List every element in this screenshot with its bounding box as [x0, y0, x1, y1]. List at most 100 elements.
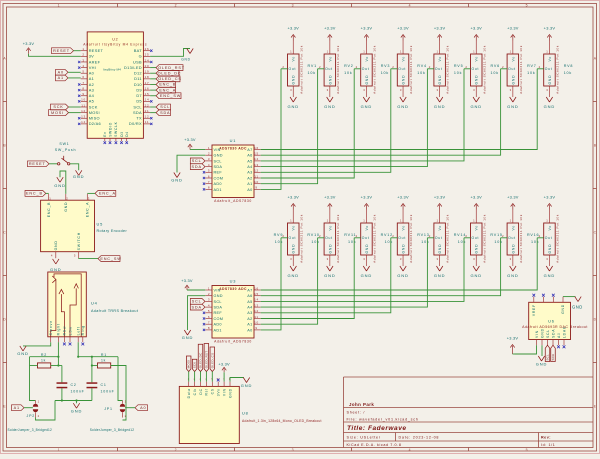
svg-text:11: 11	[145, 120, 149, 124]
svg-text:GND: GND	[361, 104, 373, 109]
svg-text:Date: 2023-12-08: Date: 2023-12-08	[399, 436, 440, 440]
svg-text:GND: GND	[438, 75, 442, 85]
svg-text:+3.3V: +3.3V	[324, 195, 336, 200]
svg-text:14: 14	[254, 157, 259, 161]
svg-text:SDA: SDA	[191, 165, 201, 169]
svg-text:GND: GND	[328, 75, 332, 85]
svg-text:A7: A7	[247, 288, 252, 292]
svg-text:John Park: John Park	[349, 402, 374, 407]
svg-text:REF: REF	[214, 171, 223, 175]
svg-text:GND: GND	[475, 75, 479, 85]
svg-text:+3.3V: +3.3V	[397, 195, 409, 200]
svg-text:10: 10	[254, 180, 259, 184]
svg-text:ENC_SW: ENC_SW	[100, 257, 121, 261]
svg-text:+3.3V: +3.3V	[361, 26, 373, 31]
svg-text:OLED_RST: OLED_RST	[204, 351, 208, 369]
svg-text:A1: A1	[247, 182, 252, 186]
svg-text:A2: A2	[89, 82, 94, 87]
svg-text:+3.3V: +3.3V	[434, 26, 446, 31]
svg-text:15: 15	[254, 292, 259, 296]
svg-text:CS: CS	[211, 388, 215, 394]
svg-text:MOSI: MOSI	[51, 111, 64, 115]
svg-text:GND: GND	[182, 335, 194, 340]
svg-text:5: 5	[82, 70, 84, 74]
svg-text:C1: C1	[101, 383, 107, 387]
svg-text:Out: Out	[289, 236, 297, 240]
svg-text:1: 1	[82, 47, 84, 51]
svg-text:Out: Out	[545, 236, 553, 240]
svg-text:+3.3V: +3.3V	[507, 336, 519, 341]
svg-text:2: 2	[208, 152, 210, 156]
svg-text:Out: Out	[289, 67, 297, 71]
svg-text:RV2: RV2	[344, 64, 354, 68]
svg-text:OLED_RST: OLED_RST	[158, 66, 185, 70]
svg-text:3: 3	[292, 448, 295, 452]
svg-text:+3.3V: +3.3V	[507, 26, 519, 31]
svg-text:6: 6	[208, 315, 210, 319]
svg-text:ENC_B: ENC_B	[47, 202, 51, 218]
svg-text:ADS7830 ADC: ADS7830 ADC	[219, 146, 247, 150]
svg-text:SDA: SDA	[214, 305, 223, 309]
svg-text:11: 11	[254, 174, 258, 178]
svg-text:A4: A4	[89, 93, 95, 98]
svg-text:2: 2	[282, 65, 284, 69]
svg-text:GND: GND	[214, 154, 223, 158]
svg-text:3: 3	[436, 257, 438, 261]
svg-text:16: 16	[254, 286, 259, 290]
svg-text:3: 3	[327, 257, 329, 261]
svg-text:Vo: Vo	[365, 225, 369, 230]
svg-text:GND: GND	[507, 273, 519, 278]
svg-text:RV4: RV4	[417, 64, 427, 68]
svg-text:1: 1	[510, 50, 512, 54]
svg-text:10k: 10k	[458, 240, 466, 244]
svg-text:3Vo: 3Vo	[217, 388, 221, 396]
svg-text:+3.3V: +3.3V	[184, 137, 196, 142]
svg-text:SDA: SDA	[551, 354, 555, 361]
svg-text:1: 1	[400, 50, 402, 54]
svg-text:10k: 10k	[385, 240, 393, 244]
svg-text:Vo: Vo	[548, 56, 552, 61]
svg-text:Out: Out	[325, 236, 333, 240]
svg-text:25: 25	[145, 53, 150, 57]
svg-text:A5: A5	[247, 159, 252, 163]
svg-text:Vo: Vo	[401, 225, 405, 230]
svg-text:A1: A1	[14, 406, 20, 410]
svg-text:9: 9	[255, 186, 257, 190]
svg-text:10k: 10k	[454, 71, 462, 75]
svg-text:Vo: Vo	[511, 56, 515, 61]
svg-text:Vo: Vo	[475, 225, 479, 230]
svg-text:3: 3	[290, 257, 292, 261]
svg-text:2: 2	[539, 65, 541, 69]
svg-text:SDA: SDA	[160, 111, 170, 115]
svg-text:Out: Out	[508, 67, 516, 71]
svg-text:14: 14	[145, 98, 150, 102]
svg-text:Vo: Vo	[548, 225, 552, 230]
svg-text:14: 14	[254, 298, 259, 302]
svg-text:SCK: SCK	[89, 104, 98, 109]
svg-text:5: 5	[526, 448, 529, 452]
svg-text:GND: GND	[324, 104, 336, 109]
svg-text:RV1: RV1	[308, 64, 318, 68]
svg-text:4: 4	[82, 64, 84, 68]
svg-text:6: 6	[208, 174, 210, 178]
svg-text:MISO: MISO	[89, 116, 100, 121]
svg-text:5: 5	[74, 254, 76, 258]
svg-text:3: 3	[208, 157, 210, 161]
svg-text:6: 6	[82, 75, 84, 79]
svg-text:10k: 10k	[311, 240, 319, 244]
svg-text:VIN: VIN	[214, 148, 221, 152]
svg-text:RV6: RV6	[491, 64, 501, 68]
svg-text:Out: Out	[398, 67, 406, 71]
svg-text:4: 4	[51, 254, 53, 258]
svg-text:D13/LED: D13/LED	[124, 65, 142, 70]
svg-text:GND: GND	[572, 304, 583, 309]
svg-text:LSw: LSw	[68, 326, 72, 335]
svg-text:13: 13	[254, 303, 259, 307]
svg-text:GND: GND	[401, 75, 405, 85]
svg-text:Out: Out	[472, 236, 480, 240]
svg-text:B: B	[3, 143, 6, 147]
svg-text:Out: Out	[435, 236, 443, 240]
svg-text:3: 3	[473, 88, 475, 92]
svg-text:Clk: Clk	[193, 388, 197, 395]
svg-text:GND: GND	[544, 273, 556, 278]
